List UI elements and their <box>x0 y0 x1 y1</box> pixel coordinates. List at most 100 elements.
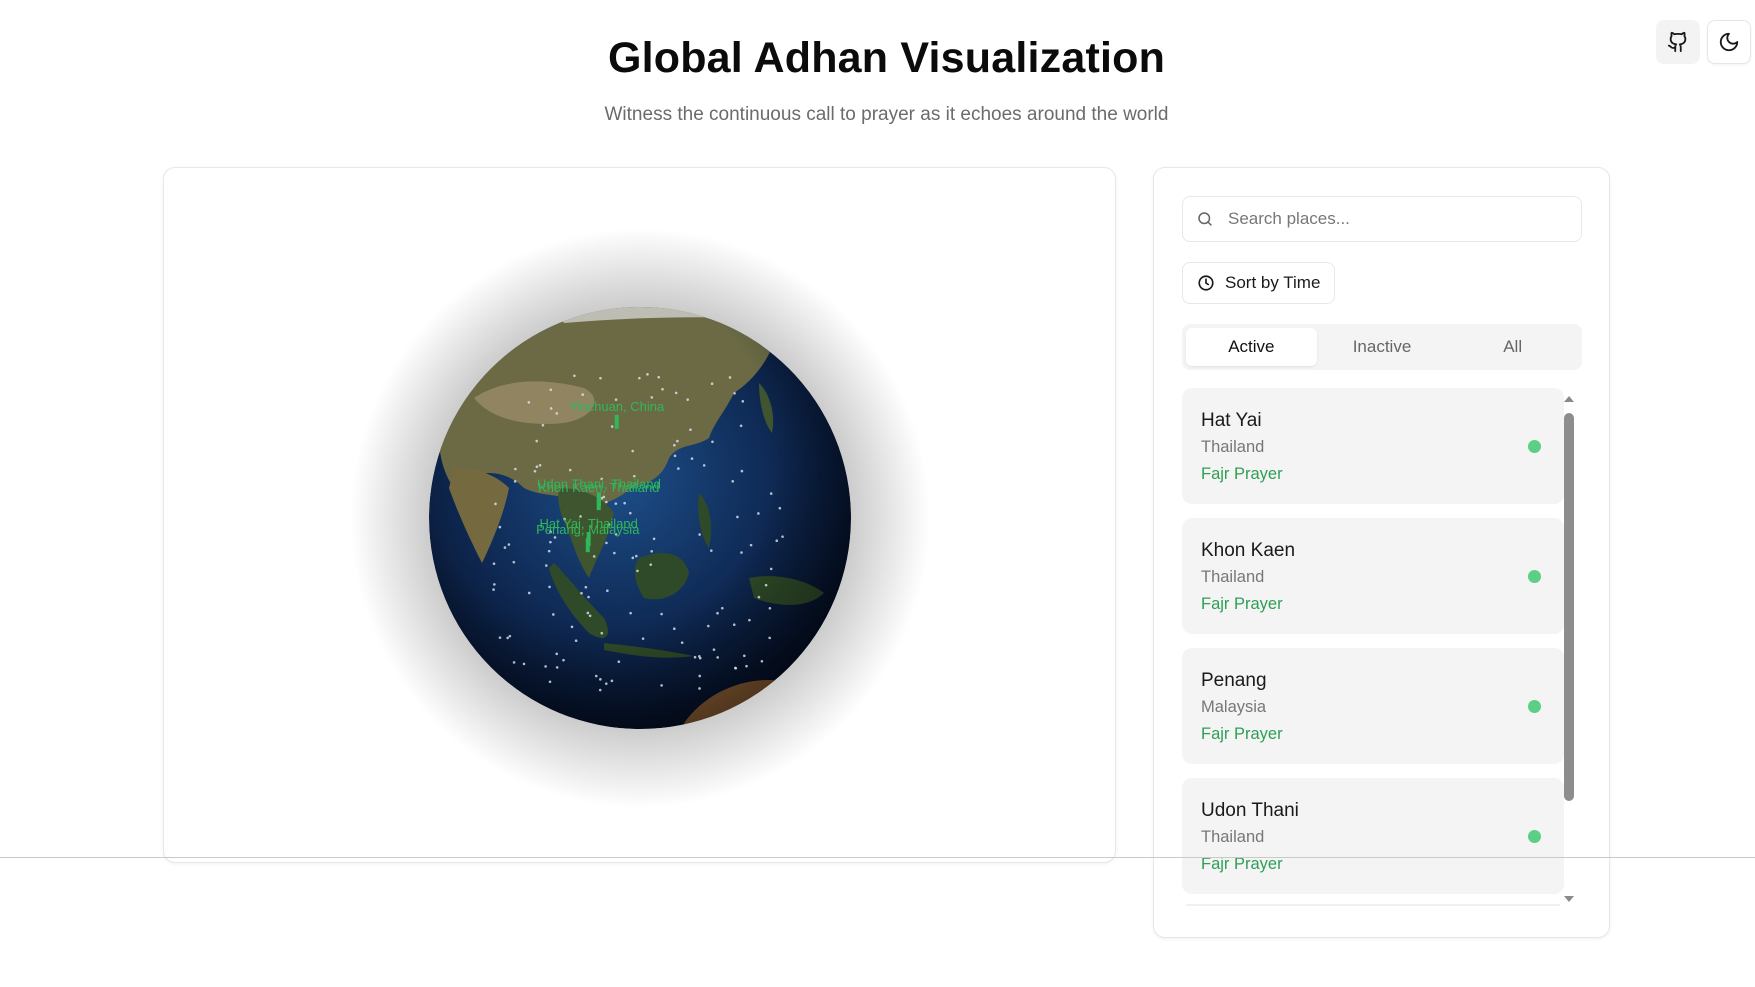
city-dot <box>522 662 526 666</box>
tab-active[interactable]: Active <box>1186 328 1317 366</box>
city-dot <box>710 549 713 552</box>
city-dot <box>635 554 638 558</box>
scroll-up-arrow-icon[interactable] <box>1564 396 1574 402</box>
city-dot <box>513 480 517 483</box>
city-dot <box>657 375 661 379</box>
city-dot <box>710 382 714 386</box>
city-dot <box>508 634 512 638</box>
globe-canvas[interactable]: Yinchuan, China Udon Thani, Thailand Khon … <box>164 168 1115 862</box>
github-button[interactable] <box>1656 20 1700 64</box>
status-dot <box>1528 440 1541 453</box>
city-dot <box>698 687 701 690</box>
city-dot <box>649 563 653 566</box>
city-dot <box>716 611 719 615</box>
city-dot <box>742 654 746 658</box>
status-dot <box>1528 830 1541 843</box>
city-dot <box>631 556 635 560</box>
city-dot <box>702 464 706 467</box>
city-dot <box>598 688 602 692</box>
city-dot <box>769 492 773 495</box>
city-dot <box>507 543 511 546</box>
status-dot <box>1528 700 1541 713</box>
place-prayer: Fajr Prayer <box>1201 465 1283 483</box>
city-dot <box>676 439 679 443</box>
sort-label: Sort by Time <box>1225 273 1321 292</box>
city-dot <box>733 391 736 395</box>
city-dot <box>548 585 551 589</box>
city-dot <box>503 546 507 549</box>
list-scrollbar[interactable] <box>1563 392 1575 904</box>
globe-city-label: Khon Kaen, Thailand <box>538 480 659 495</box>
city-dot <box>613 551 616 555</box>
city-dot <box>506 636 509 640</box>
list-item[interactable]: Udon Thani Thailand Fajr Prayer <box>1182 778 1564 894</box>
city-dot <box>732 623 736 627</box>
city-dot <box>610 425 614 428</box>
status-dot <box>1528 570 1541 583</box>
globe-panel: Yinchuan, China Udon Thani, Thailand Khon … <box>163 167 1116 863</box>
city-dot <box>760 659 764 663</box>
scroll-down-arrow-icon[interactable] <box>1564 896 1574 902</box>
city-dot <box>586 611 590 615</box>
moon-icon <box>1718 31 1740 53</box>
tab-all[interactable]: All <box>1447 328 1578 366</box>
place-name: Khon Kaen <box>1201 540 1296 561</box>
globe[interactable]: Yinchuan, ChinaUdon Thani, ThailandKhon … <box>164 168 1117 864</box>
city-dot <box>594 674 598 678</box>
city-dot <box>764 583 768 587</box>
city-dot <box>641 637 645 640</box>
globe-city-marker <box>585 538 590 553</box>
city-dot <box>617 660 621 664</box>
city-dot <box>549 407 553 410</box>
city-dot <box>768 636 771 640</box>
city-dot <box>552 613 555 616</box>
city-dot <box>492 588 495 591</box>
city-dot <box>592 555 596 558</box>
sort-by-time-button[interactable]: Sort by Time <box>1182 262 1336 304</box>
scroll-thumb[interactable] <box>1564 413 1574 801</box>
city-dot <box>769 567 773 571</box>
city-dot <box>549 540 552 544</box>
city-dot <box>527 591 531 595</box>
search-input[interactable] <box>1226 208 1570 230</box>
list-item[interactable]: Hat Yai Thailand Fajr Prayer <box>1182 388 1564 504</box>
city-dot <box>581 393 584 396</box>
page-subtitle: Witness the continuous call to prayer as… <box>604 104 1169 125</box>
city-dot <box>757 512 760 515</box>
city-dot <box>498 525 502 529</box>
city-dot <box>562 658 565 662</box>
place-name: Hat Yai <box>1201 410 1262 431</box>
list-item[interactable]: Penang Malaysia Fajr Prayer <box>1182 648 1564 764</box>
city-dot <box>775 539 779 543</box>
city-dot <box>646 373 649 376</box>
city-dot <box>674 391 678 395</box>
city-dot <box>629 611 632 615</box>
city-dot <box>672 627 676 631</box>
city-dot <box>660 684 663 687</box>
city-dot <box>580 591 583 595</box>
globe-city-marker <box>596 496 601 511</box>
city-dot <box>570 625 574 629</box>
search-box[interactable] <box>1182 196 1582 242</box>
place-country: Thailand <box>1201 438 1265 456</box>
city-dot <box>555 412 559 415</box>
city-dot <box>638 376 641 380</box>
list-item[interactable]: Khon Kaen Thailand Fajr Prayer <box>1182 518 1564 634</box>
tab-inactive[interactable]: Inactive <box>1317 328 1448 366</box>
city-dot <box>568 468 572 472</box>
city-dot <box>606 589 609 593</box>
page-title: Global Adhan Visualization <box>607 34 1166 82</box>
city-dot <box>604 682 608 685</box>
city-dot <box>535 439 538 443</box>
city-dot <box>514 467 517 471</box>
city-dot <box>749 543 753 547</box>
city-dot <box>652 537 656 541</box>
city-dot <box>548 680 552 684</box>
city-dot <box>736 515 739 519</box>
globe-city-marker <box>614 414 619 429</box>
github-icon <box>1667 31 1689 53</box>
theme-toggle-button[interactable] <box>1707 20 1751 64</box>
city-dot <box>538 463 542 467</box>
city-dot <box>734 666 738 670</box>
city-dot <box>740 469 744 473</box>
